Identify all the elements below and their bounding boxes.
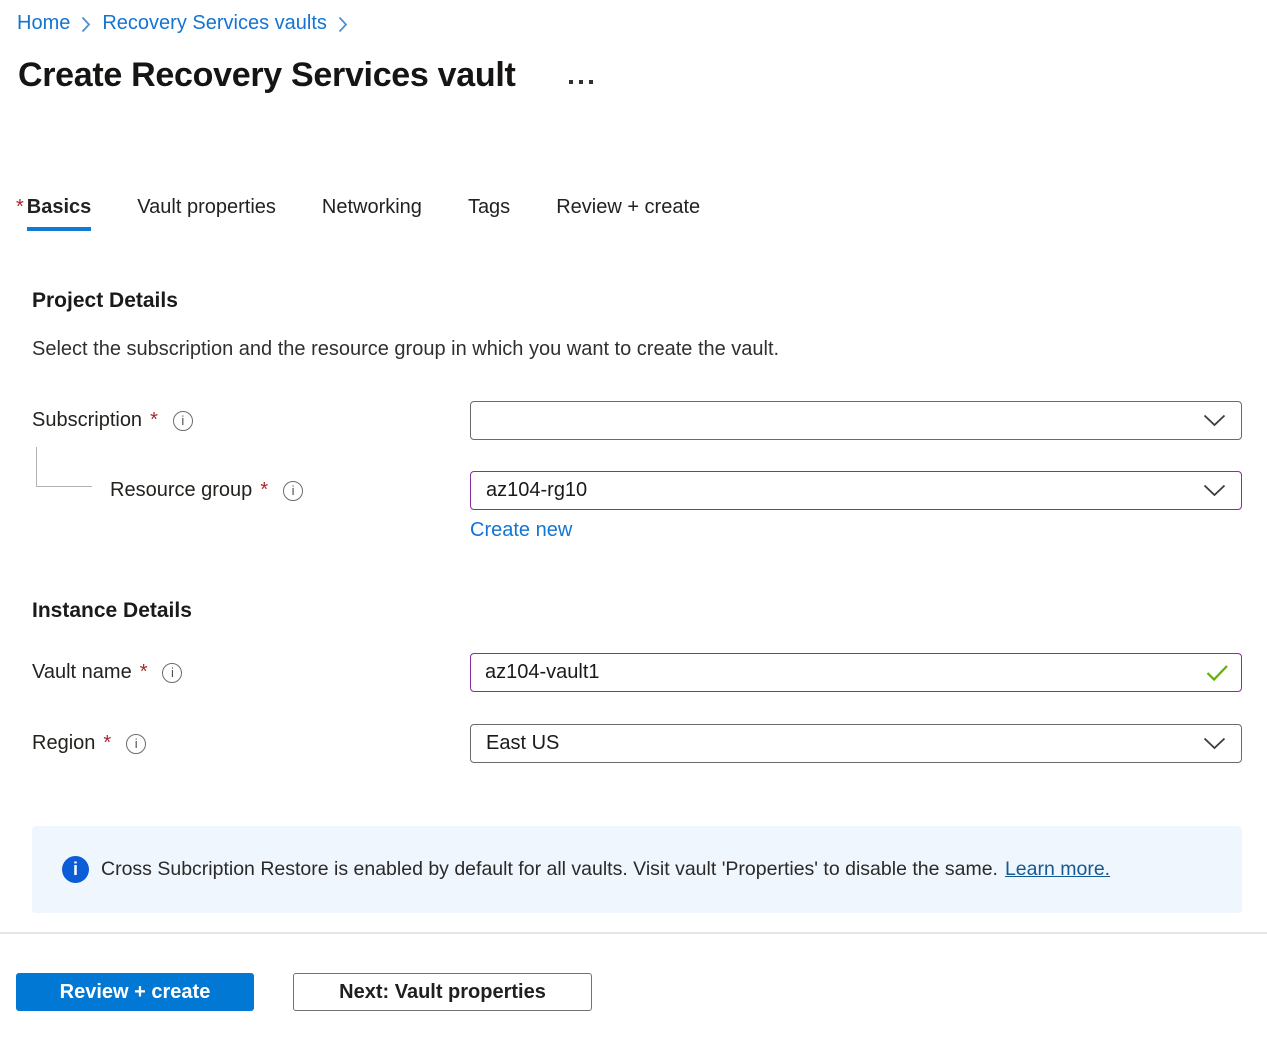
required-asterisk: * bbox=[16, 196, 24, 218]
tab-label: Review + create bbox=[556, 196, 700, 218]
tab-label: Tags bbox=[468, 196, 510, 218]
tab-label: Vault properties bbox=[137, 196, 276, 218]
region-row: Region * East US bbox=[32, 724, 1242, 763]
resource-group-value: az104-rg10 bbox=[486, 479, 587, 502]
vault-name-row: Vault name * bbox=[32, 653, 1242, 692]
banner-message-text: Cross Subcription Restore is enabled by … bbox=[101, 858, 998, 880]
project-details-heading: Project Details bbox=[32, 289, 1242, 313]
subscription-dropdown[interactable] bbox=[470, 401, 1242, 440]
chevron-down-icon bbox=[1203, 414, 1226, 427]
region-label: Region * bbox=[32, 732, 470, 755]
required-asterisk: * bbox=[150, 409, 158, 432]
label-text: Region bbox=[32, 732, 95, 755]
breadcrumb-home-link[interactable]: Home bbox=[17, 12, 70, 35]
checkmark-icon bbox=[1206, 664, 1229, 681]
label-text: Subscription bbox=[32, 409, 142, 432]
footer-divider bbox=[0, 932, 1267, 934]
learn-more-link[interactable]: Learn more. bbox=[1005, 858, 1110, 880]
tab-label: Networking bbox=[322, 196, 422, 218]
tab-review-create[interactable]: Review + create bbox=[556, 196, 700, 231]
chevron-right-icon bbox=[81, 16, 91, 33]
required-asterisk: * bbox=[103, 732, 111, 755]
tab-label: Basics bbox=[27, 196, 92, 231]
page-header: Create Recovery Services vault bbox=[18, 56, 1267, 95]
field-connector-line bbox=[36, 447, 92, 487]
vault-name-input[interactable] bbox=[470, 653, 1242, 692]
next-vault-properties-button[interactable]: Next: Vault properties bbox=[293, 973, 592, 1011]
tab-vault-properties[interactable]: Vault properties bbox=[137, 196, 276, 231]
region-value: East US bbox=[486, 732, 559, 755]
subscription-row: Subscription * bbox=[32, 401, 1242, 440]
chevron-down-icon bbox=[1203, 737, 1226, 750]
label-text: Resource group bbox=[110, 479, 252, 502]
instance-details-heading: Instance Details bbox=[32, 599, 1242, 623]
create-new-row: Create new bbox=[32, 519, 1242, 542]
tab-tags[interactable]: Tags bbox=[468, 196, 510, 231]
footer-actions: Review + create Next: Vault properties bbox=[0, 973, 1267, 1011]
create-new-link[interactable]: Create new bbox=[470, 519, 572, 541]
subscription-label: Subscription * bbox=[32, 409, 470, 432]
vault-name-label: Vault name * bbox=[32, 661, 470, 684]
tab-bar: *Basics Vault properties Networking Tags… bbox=[0, 196, 1267, 231]
required-asterisk: * bbox=[260, 479, 268, 502]
info-filled-icon bbox=[62, 856, 89, 883]
breadcrumb: Home Recovery Services vaults bbox=[0, 0, 1267, 35]
info-icon[interactable] bbox=[283, 481, 303, 501]
breadcrumb-recovery-vaults-link[interactable]: Recovery Services vaults bbox=[102, 12, 327, 35]
project-details-description: Select the subscription and the resource… bbox=[32, 338, 1242, 361]
info-banner: Cross Subcription Restore is enabled by … bbox=[32, 826, 1242, 913]
page-title: Create Recovery Services vault bbox=[18, 56, 516, 95]
tab-networking[interactable]: Networking bbox=[322, 196, 422, 231]
review-create-button[interactable]: Review + create bbox=[16, 973, 254, 1011]
resource-group-label: Resource group * bbox=[32, 479, 470, 502]
ellipsis-icon[interactable] bbox=[565, 76, 597, 88]
region-dropdown[interactable]: East US bbox=[470, 724, 1242, 763]
required-asterisk: * bbox=[140, 661, 148, 684]
info-icon[interactable] bbox=[162, 663, 182, 683]
chevron-down-icon bbox=[1203, 484, 1226, 497]
resource-group-row: Resource group * az104-rg10 bbox=[32, 471, 1242, 510]
info-icon[interactable] bbox=[173, 411, 193, 431]
resource-group-dropdown[interactable]: az104-rg10 bbox=[470, 471, 1242, 510]
tab-basics[interactable]: *Basics bbox=[16, 196, 91, 231]
label-text: Vault name bbox=[32, 661, 132, 684]
chevron-right-icon bbox=[338, 16, 348, 33]
banner-message: Cross Subcription Restore is enabled by … bbox=[101, 858, 1110, 881]
info-icon[interactable] bbox=[126, 734, 146, 754]
